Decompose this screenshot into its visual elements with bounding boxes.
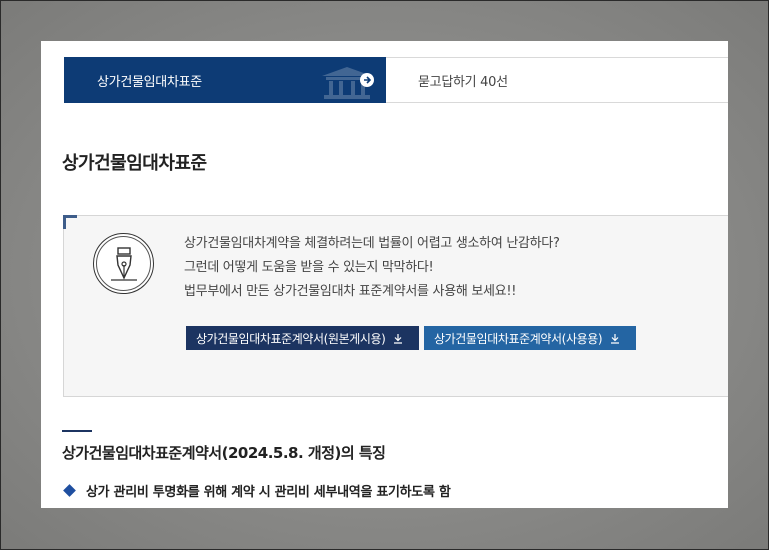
page-title: 상가건물임대차표준 bbox=[62, 153, 207, 174]
tab-qna-40[interactable]: 묻고답하기 40선 bbox=[418, 58, 508, 102]
arrow-right-icon bbox=[360, 73, 374, 87]
download-usage-button[interactable]: 상가건물임대차표준계약서(사용용) bbox=[424, 326, 636, 350]
fountain-pen-icon bbox=[93, 233, 154, 294]
info-line: 그런데 어떻게 도움을 받을 수 있는지 막막하다! bbox=[184, 260, 434, 275]
download-original-label: 상가건물임대차표준계약서(원본게시용) bbox=[196, 331, 386, 346]
page-content: 상가건물임대차표준 묻고답하기 40선 상가건물임대차표준 상가건물임대차계약을… bbox=[41, 41, 728, 508]
tab-standard-contract-label: 상가건물임대차표준 bbox=[97, 74, 202, 90]
diamond-bullet-icon bbox=[63, 484, 76, 497]
tab-bar: 상가건물임대차표준 묻고답하기 40선 bbox=[64, 57, 728, 103]
bullet-text: 상가 관리비 투명화를 위해 계약 시 관리비 세부내역을 표기하도록 함 bbox=[86, 485, 451, 500]
list-item: 상가 관리비 투명화를 위해 계약 시 관리비 세부내역을 표기하도록 함 bbox=[63, 481, 451, 500]
corner-accent bbox=[63, 215, 77, 229]
section-title: 상가건물임대차표준계약서(2024.5.8. 개정)의 특징 bbox=[62, 444, 386, 462]
section-accent-line bbox=[62, 430, 92, 432]
info-message: 상가건물임대차계약을 체결하려는데 법률이 어렵고 생소하여 난감하다? 그런데… bbox=[184, 232, 560, 304]
download-original-button[interactable]: 상가건물임대차표준계약서(원본게시용) bbox=[186, 326, 419, 350]
download-usage-label: 상가건물임대차표준계약서(사용용) bbox=[434, 331, 603, 346]
info-line: 법무부에서 만든 상가건물임대차 표준계약서를 사용해 보세요!! bbox=[184, 284, 517, 299]
info-box: 상가건물임대차계약을 체결하려는데 법률이 어렵고 생소하여 난감하다? 그런데… bbox=[63, 215, 728, 397]
download-icon bbox=[393, 333, 403, 344]
tab-standard-contract[interactable]: 상가건물임대차표준 bbox=[64, 57, 386, 103]
download-icon bbox=[610, 333, 620, 344]
info-line: 상가건물임대차계약을 체결하려는데 법률이 어렵고 생소하여 난감하다? bbox=[184, 236, 560, 251]
